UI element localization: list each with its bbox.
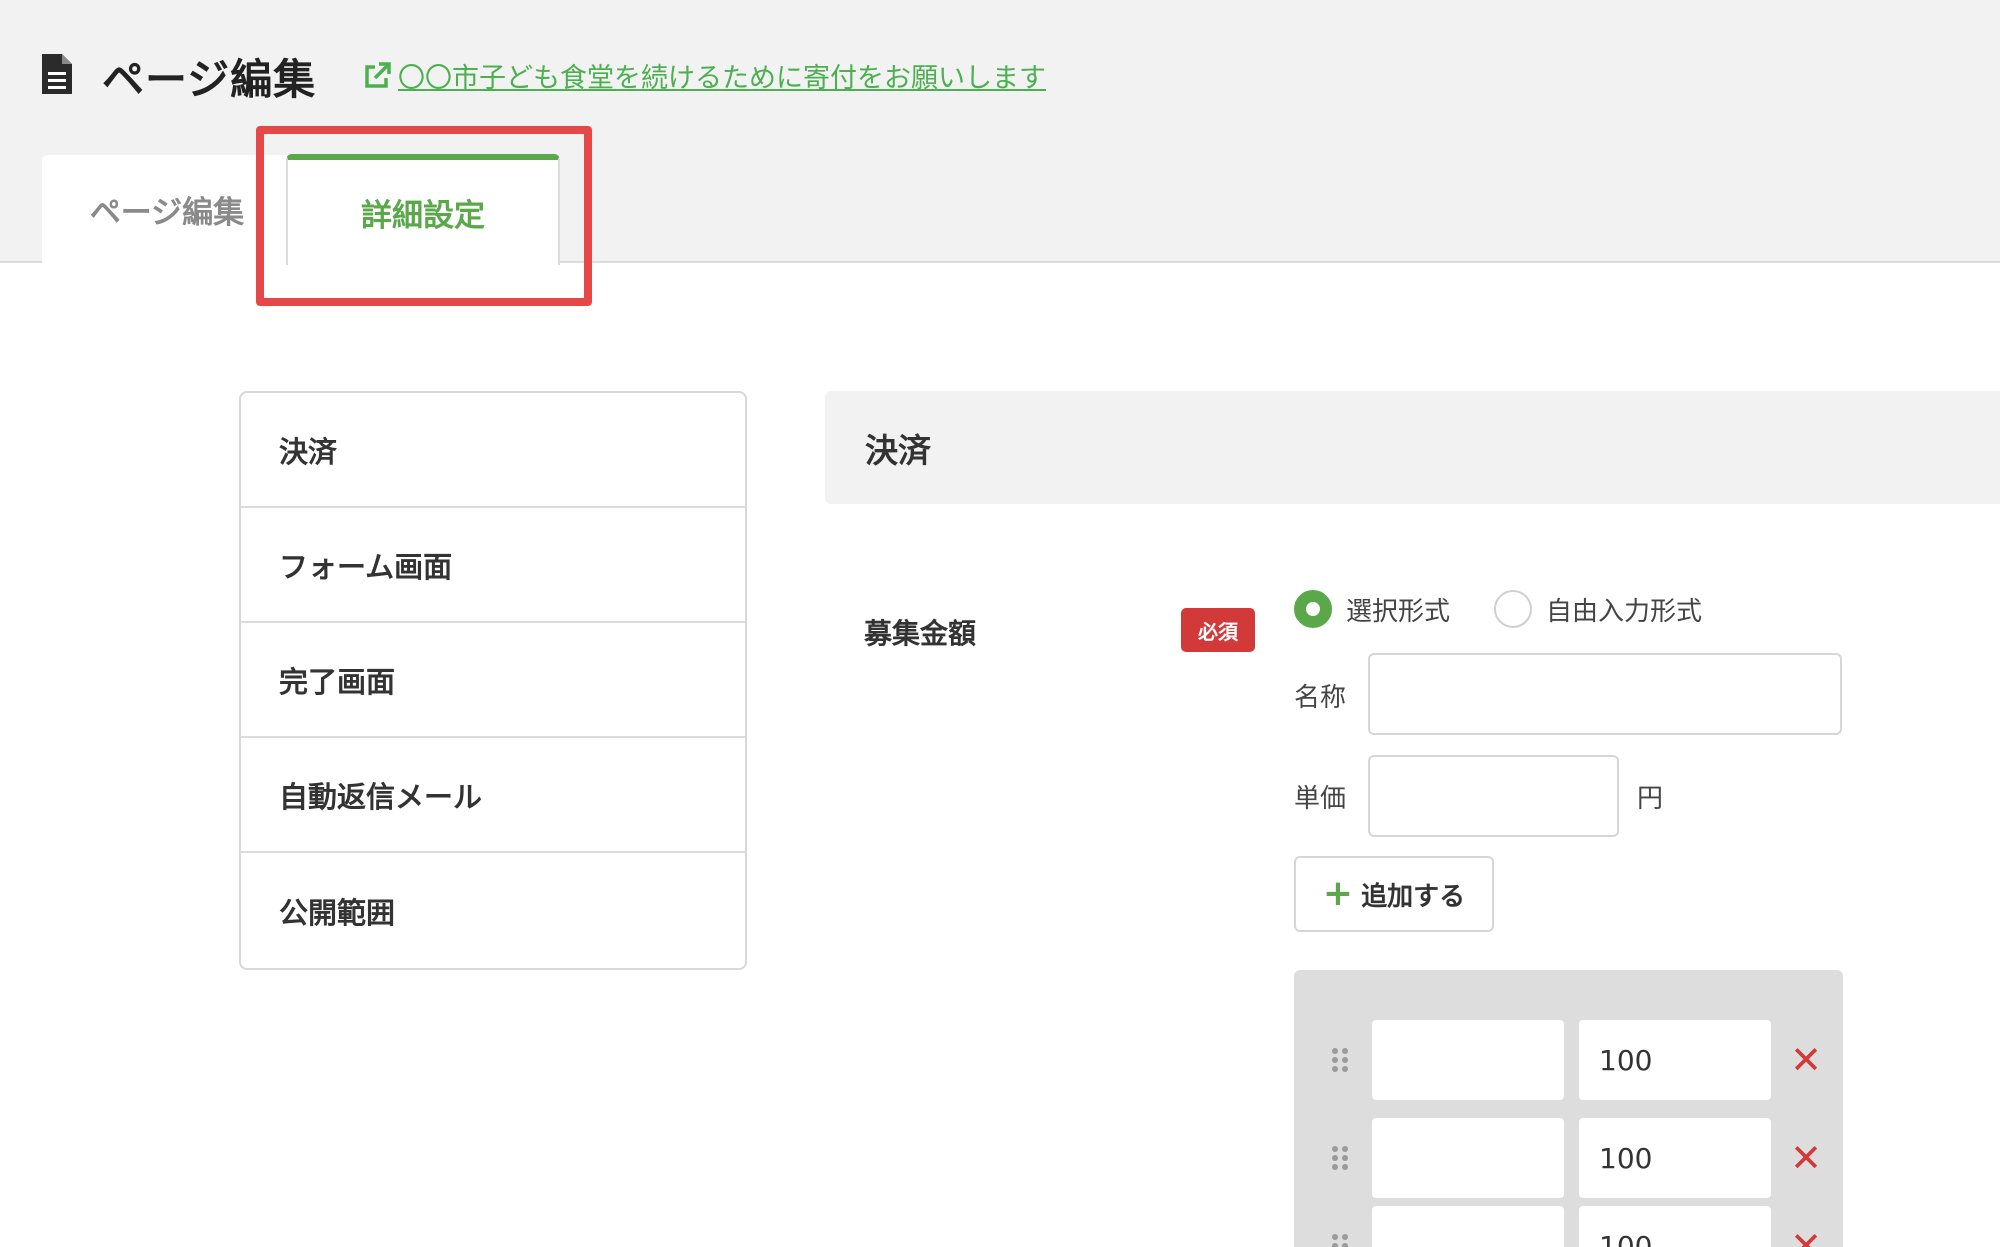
yen-unit-label: 円 <box>1637 784 1664 814</box>
amount-field-label: 募集金額 <box>864 617 977 650</box>
amount-row: ✕ <box>1294 1118 1843 1198</box>
add-amount-button[interactable]: + 追加する <box>1294 856 1494 932</box>
amount-price-input[interactable] <box>1579 1118 1771 1198</box>
amount-name-input[interactable] <box>1372 1206 1564 1247</box>
add-amount-label: 追加する <box>1361 881 1466 912</box>
radio-select-format[interactable]: 選択形式 <box>1294 590 1450 628</box>
delete-x-icon[interactable]: ✕ <box>1784 1136 1828 1180</box>
settings-menu: 決済 フォーム画面 完了画面 自動返信メール 公開範囲 <box>239 391 747 970</box>
amount-options-list: ✕ ✕ ✕ <box>1294 970 1843 1247</box>
tab-page-edit[interactable]: ページ編集 <box>42 155 292 263</box>
unit-price-label: 単価 <box>1294 784 1347 814</box>
menu-item-auto-reply-email[interactable]: 自動返信メール <box>241 738 745 853</box>
page-link-text: 〇〇市子ども食堂を続けるために寄付をお願いします <box>398 63 1046 94</box>
drag-handle-icon[interactable] <box>1330 1232 1350 1247</box>
plus-icon: + <box>1322 873 1354 914</box>
name-input[interactable] <box>1368 653 1842 735</box>
menu-item-visibility[interactable]: 公開範囲 <box>241 853 745 968</box>
menu-item-complete-screen[interactable]: 完了画面 <box>241 623 745 738</box>
amount-price-input[interactable] <box>1579 1206 1771 1247</box>
page-title: ページ編集 <box>102 55 317 104</box>
required-badge: 必須 <box>1181 608 1255 652</box>
drag-handle-icon[interactable] <box>1330 1046 1350 1074</box>
unit-price-input[interactable] <box>1368 755 1619 837</box>
amount-row: ✕ <box>1294 1206 1843 1247</box>
amount-row: ✕ <box>1294 1020 1843 1100</box>
drag-handle-icon[interactable] <box>1330 1144 1350 1172</box>
radio-unchecked-icon <box>1494 590 1532 628</box>
radio-free-input-format-label: 自由入力形式 <box>1546 596 1703 627</box>
menu-item-form-screen[interactable]: フォーム画面 <box>241 508 745 623</box>
document-icon <box>42 54 72 94</box>
external-link-icon <box>365 61 391 88</box>
radio-checked-icon <box>1294 590 1332 628</box>
amount-price-input[interactable] <box>1579 1020 1771 1100</box>
amount-name-input[interactable] <box>1372 1020 1564 1100</box>
radio-select-format-label: 選択形式 <box>1346 596 1451 627</box>
page-preview-link[interactable]: 〇〇市子ども食堂を続けるために寄付をお願いします <box>362 56 1046 95</box>
delete-x-icon[interactable]: ✕ <box>1784 1038 1828 1082</box>
amount-name-input[interactable] <box>1372 1118 1564 1198</box>
tab-detail-settings[interactable]: 詳細設定 <box>286 154 560 265</box>
delete-x-icon[interactable]: ✕ <box>1784 1224 1828 1247</box>
name-label: 名称 <box>1294 683 1347 713</box>
section-title: 決済 <box>825 391 2000 504</box>
menu-item-payment[interactable]: 決済 <box>241 393 745 508</box>
radio-free-input-format[interactable]: 自由入力形式 <box>1494 590 1702 628</box>
